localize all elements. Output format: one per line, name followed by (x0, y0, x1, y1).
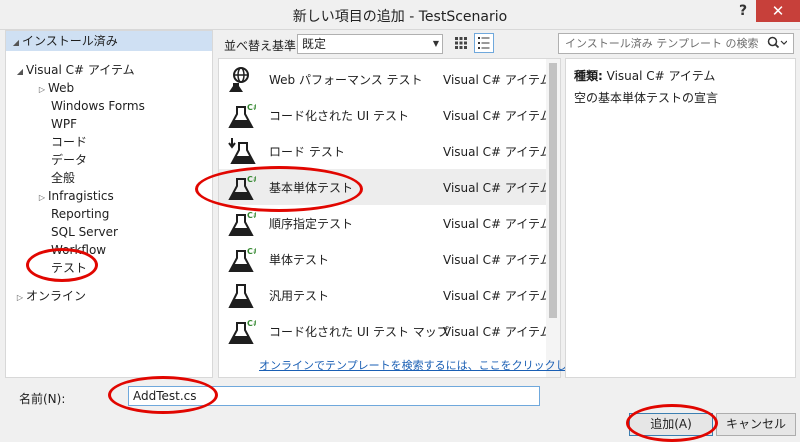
detail-type: 種類: Visual C# アイテム (574, 67, 715, 84)
template-name: Web パフォーマンス テスト (269, 73, 423, 87)
tree-item-code[interactable]: コード (51, 133, 87, 151)
scrollbar-thumb[interactable] (549, 63, 557, 318)
grid-view-button[interactable] (451, 33, 471, 53)
list-view-button[interactable] (474, 33, 494, 53)
template-name: ロード テスト (269, 145, 345, 159)
collapse-triangle-icon[interactable]: ◢ (10, 34, 22, 52)
svg-text:C#: C# (247, 103, 256, 112)
tree-item-general[interactable]: 全般 (51, 169, 75, 187)
flask-csharp-icon: C# (228, 247, 256, 272)
flask-csharp-icon: C# (228, 211, 256, 236)
template-type: Visual C# アイテム (443, 181, 552, 195)
template-type: Visual C# アイテム (443, 253, 552, 267)
template-type: Visual C# アイテム (443, 73, 552, 87)
sort-label: 並べ替え基準: (224, 39, 301, 53)
template-type: Visual C# アイテム (443, 289, 552, 303)
detail-type-label: 種類: (574, 69, 603, 83)
template-list-scrollbar[interactable] (546, 59, 560, 377)
tree-item-infragistics[interactable]: ▷ Infragistics (36, 187, 114, 205)
tree-item-online[interactable]: ▷ オンライン (14, 287, 86, 305)
details-pane: 種類: Visual C# アイテム 空の基本単体テストの宣言 (565, 58, 796, 378)
tree-item-reporting[interactable]: Reporting (51, 205, 109, 223)
sort-value: 既定 (302, 37, 327, 51)
template-type: Visual C# アイテム (443, 325, 552, 339)
tree-item-windows-forms[interactable]: Windows Forms (51, 97, 145, 115)
collapse-triangle-icon[interactable]: ◢ (14, 63, 26, 81)
search-online-link[interactable]: オンラインでテンプレートを検索するには、ここをクリックします。 (259, 357, 599, 373)
template-row-load-test[interactable]: ロード テスト Visual C# アイテム (219, 133, 552, 169)
tree-installed-header[interactable]: ◢ インストール済み (6, 31, 212, 51)
search-icon[interactable] (763, 35, 791, 52)
template-name: 単体テスト (269, 253, 330, 267)
detail-description: 空の基本単体テストの宣言 (574, 91, 719, 105)
grid-view-icon (455, 37, 467, 49)
expand-triangle-icon[interactable]: ▷ (36, 81, 48, 99)
template-row-generic-test[interactable]: 汎用テスト Visual C# アイテム (219, 277, 552, 313)
tree-item-sql-server[interactable]: SQL Server (51, 223, 118, 241)
template-type: Visual C# アイテム (443, 145, 552, 159)
sort-dropdown[interactable]: 既定 ▼ (297, 34, 443, 54)
tree-item-web[interactable]: ▷ Web (36, 79, 74, 97)
category-tree: ◢ インストール済み ◢ Visual C# アイテム ▷ Web Windows F… (5, 30, 213, 378)
template-row-ordered-test[interactable]: C# 順序指定テスト Visual C# アイテム (219, 205, 552, 241)
search-placeholder: インストール済み テンプレート の検索 (Ctrl (565, 37, 786, 50)
template-row-coded-ui-test-map[interactable]: C# コード化された UI テスト マップ Visual C# アイテム (219, 313, 552, 349)
name-label: 名前(N): (19, 392, 66, 406)
tree-item-wpf[interactable]: WPF (51, 115, 77, 133)
template-type: Visual C# アイテム (443, 109, 552, 123)
list-view-icon (478, 37, 490, 49)
tree-item-workflow[interactable]: Workflow (51, 241, 106, 259)
add-button[interactable]: 追加(A) (629, 413, 713, 436)
template-list: Web パフォーマンス テスト Visual C# アイテム C# コード化され… (218, 58, 599, 378)
template-name: 汎用テスト (269, 289, 330, 303)
tree-item-data[interactable]: データ (51, 151, 87, 169)
title-bar: 新しい項目の追加 - TestScenario ? ✕ (0, 0, 800, 30)
template-row-unit-test[interactable]: C# 単体テスト Visual C# アイテム (219, 241, 552, 277)
flask-icon (228, 284, 254, 308)
tree-installed-label: インストール済み (22, 34, 118, 48)
svg-text:C#: C# (247, 211, 256, 220)
svg-text:C#: C# (247, 175, 256, 184)
cancel-button[interactable]: キャンセル (716, 413, 796, 436)
name-field[interactable]: AddTest.cs (128, 386, 540, 406)
template-type: Visual C# アイテム (443, 217, 552, 231)
flask-csharp-icon: C# (228, 103, 256, 128)
chevron-down-icon: ▼ (432, 39, 439, 48)
close-button[interactable]: ✕ (756, 0, 800, 22)
tree-item-test[interactable]: テスト (51, 259, 87, 277)
help-button[interactable]: ? (735, 3, 751, 19)
expand-triangle-icon[interactable]: ▷ (36, 189, 48, 207)
expand-triangle-icon[interactable]: ▷ (14, 289, 26, 307)
tree-item-visual-csharp[interactable]: ◢ Visual C# アイテム (14, 61, 135, 79)
globe-flask-icon (229, 67, 249, 92)
detail-type-value: Visual C# アイテム (606, 69, 716, 83)
template-name: コード化された UI テスト マップ (269, 325, 449, 339)
svg-text:C#: C# (247, 247, 256, 256)
template-row-web-performance[interactable]: Web パフォーマンス テスト Visual C# アイテム (219, 61, 552, 97)
svg-text:C#: C# (247, 319, 256, 328)
window-title: 新しい項目の追加 - TestScenario (292, 9, 508, 25)
template-name: コード化された UI テスト (269, 109, 409, 123)
flask-csharp-icon: C# (228, 175, 256, 200)
template-search-input[interactable]: インストール済み テンプレート の検索 (Ctrl (558, 33, 794, 54)
template-row-coded-ui-test[interactable]: C# コード化された UI テスト Visual C# アイテム (219, 97, 552, 133)
template-name: 基本単体テスト (269, 181, 354, 195)
template-name: 順序指定テスト (269, 217, 354, 231)
template-row-basic-unit-test[interactable]: C# 基本単体テスト Visual C# アイテム (219, 169, 552, 205)
flask-csharp-icon: C# (228, 319, 256, 344)
load-flask-icon (228, 138, 256, 164)
